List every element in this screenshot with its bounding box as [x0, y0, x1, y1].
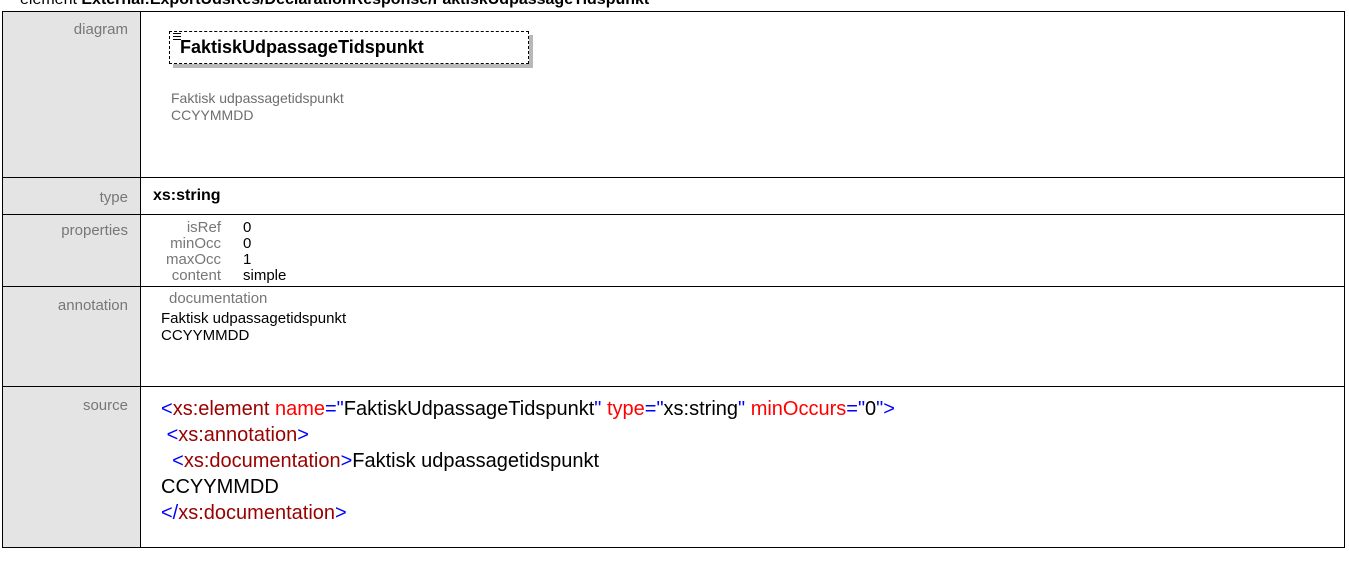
- source-row: source <xs:element name="FaktiskUdpassag…: [2, 386, 1345, 548]
- heading-path: External:ExportUdsRes/DeclarationRespons…: [81, 0, 649, 8]
- type-row: type xs:string: [2, 177, 1345, 215]
- element-node-box[interactable]: FaktiskUdpassageTidspunkt: [169, 31, 529, 64]
- row-label-diagram: diagram: [2, 11, 141, 178]
- page-heading: element External:ExportUdsRes/Declaratio…: [20, 0, 649, 8]
- property-key: content: [171, 267, 221, 284]
- source-code: <xs:element name="FaktiskUdpassageTidspu…: [141, 387, 1344, 526]
- row-label-properties: properties: [2, 214, 141, 287]
- source-line-4: CCYYMMDD: [161, 476, 279, 498]
- type-cell: xs:string: [140, 177, 1345, 215]
- element-node-name: FaktiskUdpassageTidspunkt: [180, 37, 424, 57]
- annotation-text: Faktisk udpassagetidspunkt CCYYMMDD: [161, 310, 347, 344]
- properties-table: isRef 0 minOcc 0 maxOcc 1 content simple: [157, 220, 286, 284]
- diagram-cell: FaktiskUdpassageTidspunkt Faktisk udpass…: [140, 11, 1345, 178]
- element-node-documentation: Faktisk udpassagetidspunkt CCYYMMDD: [171, 90, 344, 123]
- annotation-cell: documentation Faktisk udpassagetidspunkt…: [140, 286, 1345, 387]
- property-row: content simple: [157, 267, 287, 284]
- annotation-key: documentation: [169, 290, 268, 307]
- source-line-2: <xs:annotation>: [166, 424, 309, 446]
- source-line-5: </xs:documentation>: [161, 502, 347, 524]
- property-row: minOcc 0: [157, 236, 286, 252]
- property-value: 1: [243, 251, 252, 268]
- row-label-annotation: annotation: [2, 286, 141, 387]
- property-key: maxOcc: [165, 251, 221, 268]
- properties-cell: isRef 0 minOcc 0 maxOcc 1 content simple: [140, 214, 1345, 287]
- property-key: isRef: [186, 219, 221, 236]
- type-value: xs:string: [153, 187, 221, 204]
- diagram-row: diagram FaktiskUdpassageTidspunkt Faktis…: [2, 11, 1345, 178]
- schema-doc-table: diagram FaktiskUdpassageTidspunkt Faktis…: [2, 11, 1345, 548]
- heading-kind: element: [20, 0, 77, 8]
- annotation-row: annotation documentation Faktisk udpassa…: [2, 286, 1345, 387]
- source-cell: <xs:element name="FaktiskUdpassageTidspu…: [140, 386, 1345, 548]
- property-value: simple: [243, 267, 287, 284]
- row-label-type: type: [2, 177, 141, 215]
- property-value: 0: [243, 235, 252, 252]
- property-row: maxOcc 1: [157, 252, 286, 268]
- property-row: isRef 0: [157, 220, 286, 236]
- row-label-source: source: [2, 386, 141, 548]
- properties-row: properties isRef 0 minOcc 0 maxOcc 1 con…: [2, 214, 1345, 287]
- source-line-3: <xs:documentation>Faktisk udpassagetidsp…: [172, 450, 600, 472]
- property-key: minOcc: [170, 235, 221, 252]
- source-line-1: <xs:element name="FaktiskUdpassageTidspu…: [161, 398, 895, 420]
- property-value: 0: [243, 219, 252, 236]
